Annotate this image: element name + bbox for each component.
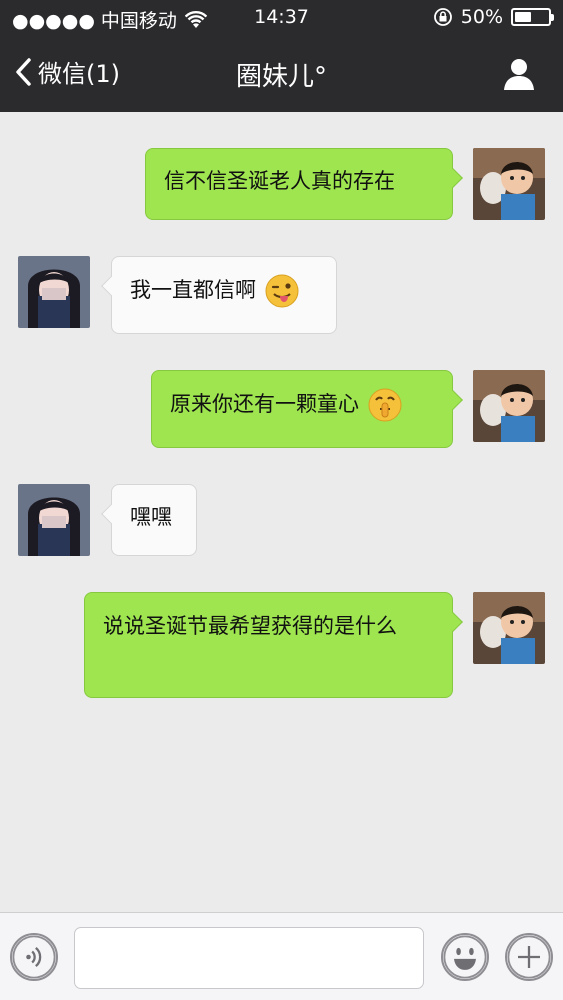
- voice-icon[interactable]: [10, 933, 58, 981]
- my-avatar[interactable]: [473, 370, 545, 442]
- bubble-tail: [101, 504, 121, 524]
- outgoing-bubble[interactable]: 信不信圣诞老人真的存在: [145, 148, 463, 220]
- top-bar: ●●●●● 中国移动 14:37 50% 微信(1) 圈妹儿°: [0, 0, 563, 112]
- nav-bar: 微信(1) 圈妹儿°: [0, 38, 563, 112]
- battery-icon: [511, 8, 554, 26]
- battery-percent: 50%: [460, 6, 503, 28]
- chat-title: 圈妹儿°: [235, 62, 327, 92]
- input-bar: [0, 912, 563, 1000]
- my-avatar[interactable]: [473, 148, 545, 220]
- bubble-tail: [443, 390, 463, 410]
- battery-fill: [515, 12, 531, 22]
- contact-avatar[interactable]: [18, 484, 90, 556]
- status-bar: ●●●●● 中国移动 14:37 50%: [0, 0, 563, 38]
- emoji-icon[interactable]: [441, 933, 489, 981]
- message-text: 我一直都信啊: [130, 278, 256, 302]
- outgoing-bubble[interactable]: 说说圣诞节最希望获得的是什么: [84, 592, 463, 698]
- contact-profile-icon[interactable]: [501, 56, 537, 92]
- shushing-face-emoji-icon: [368, 388, 402, 422]
- message-text: 嘿嘿: [130, 505, 172, 529]
- plus-icon[interactable]: [505, 933, 553, 981]
- message-text: 原来你还有一颗童心: [170, 392, 359, 416]
- bubble-tail: [443, 612, 463, 632]
- message-text: 说说圣诞节最希望获得的是什么: [103, 614, 397, 638]
- contact-avatar[interactable]: [18, 256, 90, 328]
- my-avatar[interactable]: [473, 592, 545, 664]
- chat-area[interactable]: 信不信圣诞老人真的存在 我一直都信啊 原来你还有一颗童心 嘿嘿 说说圣诞节最希望…: [0, 112, 563, 912]
- rotation-lock-icon: [433, 8, 452, 26]
- incoming-bubble[interactable]: 我一直都信啊: [101, 256, 337, 334]
- bubble-tail: [101, 276, 121, 296]
- message-input[interactable]: [74, 927, 424, 989]
- incoming-bubble[interactable]: 嘿嘿: [101, 484, 197, 556]
- message-text: 信不信圣诞老人真的存在: [164, 169, 395, 193]
- outgoing-bubble[interactable]: 原来你还有一颗童心: [151, 370, 463, 448]
- bubble-tail: [443, 168, 463, 188]
- winking-tongue-emoji-icon: [265, 274, 299, 308]
